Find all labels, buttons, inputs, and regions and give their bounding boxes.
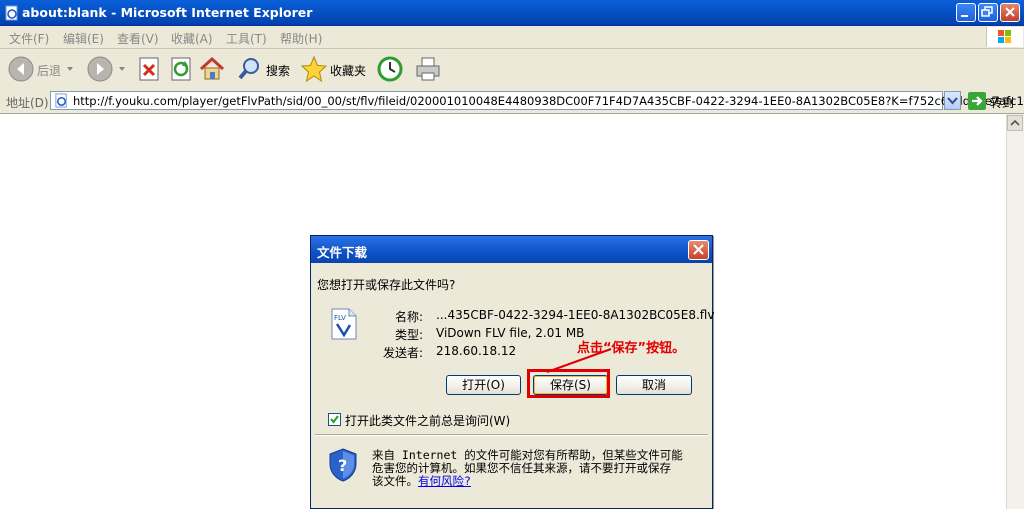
ie-page-icon — [5, 5, 18, 21]
print-icon[interactable] — [414, 55, 442, 83]
scroll-up-button[interactable] — [1007, 115, 1023, 131]
menu-edit[interactable]: 编辑(E) — [63, 30, 104, 47]
open-button[interactable]: 打开(O) — [446, 375, 521, 395]
ie-page-icon — [55, 93, 67, 108]
address-bar: 地址(D) http://f.youku.com/player/getFlvPa… — [0, 89, 1024, 114]
favorites-label[interactable]: 收藏夹 — [330, 62, 366, 79]
minimize-button[interactable] — [956, 3, 976, 22]
menu-file[interactable]: 文件(F) — [9, 30, 49, 47]
stop-icon[interactable] — [135, 55, 163, 83]
restore-icon — [981, 6, 993, 17]
menu-favorites[interactable]: 收藏(A) — [171, 30, 213, 47]
search-icon[interactable] — [236, 55, 264, 83]
close-icon — [693, 244, 704, 255]
forward-dropdown-icon[interactable] — [119, 67, 126, 72]
back-arrow-icon[interactable] — [7, 55, 35, 83]
address-input[interactable]: http://f.youku.com/player/getFlvPath/sid… — [50, 91, 1024, 110]
history-icon[interactable] — [376, 55, 404, 83]
file-name-label: 名称: — [394, 310, 423, 324]
restore-button[interactable] — [978, 3, 998, 22]
dialog-divider — [315, 434, 708, 436]
windows-flag-icon — [998, 30, 1011, 43]
sender-value: 218.60.18.12 — [436, 344, 517, 358]
window-titlebar: about:blank - Microsoft Internet Explore… — [0, 0, 1024, 26]
address-dropdown-button[interactable] — [944, 91, 961, 110]
svg-text:?: ? — [338, 456, 347, 475]
chevron-up-icon — [1010, 119, 1020, 126]
address-label: 地址(D) — [6, 96, 49, 110]
menu-view[interactable]: 查看(V) — [117, 30, 159, 47]
always-ask-checkbox[interactable] — [328, 413, 341, 426]
dialog-title: 文件下载 — [317, 245, 368, 260]
file-type-value: ViDown FLV file, 2.01 MB — [436, 326, 585, 340]
cancel-button[interactable]: 取消 — [616, 375, 692, 395]
warning-text-line3-text: 该文件。 — [372, 474, 418, 488]
forward-arrow-icon[interactable] — [86, 55, 114, 83]
dialog-question: 您想打开或保存此文件吗? — [317, 278, 456, 292]
file-name-value: ...435CBF-0422-3294-1EE0-8A1302BC05E8.fl… — [436, 308, 715, 322]
address-url[interactable]: http://f.youku.com/player/getFlvPath/sid… — [73, 94, 1024, 108]
file-download-dialog: 文件下载 您想打开或保存此文件吗? FLV 名称: ...435CBF-0422… — [310, 235, 715, 509]
search-label[interactable]: 搜索 — [266, 62, 290, 79]
dialog-close-button[interactable] — [688, 240, 709, 260]
svg-text:FLV: FLV — [334, 314, 346, 322]
windows-logo — [986, 27, 1023, 47]
file-type-label: 类型: — [394, 328, 423, 342]
checkmark-icon — [330, 415, 339, 424]
back-label[interactable]: 后退 — [37, 62, 61, 79]
window-title: about:blank - Microsoft Internet Explore… — [22, 5, 313, 20]
toolbar: 后退 搜索 收藏夹 — [0, 49, 1024, 90]
home-icon[interactable] — [198, 55, 226, 83]
refresh-icon[interactable] — [167, 55, 195, 83]
dialog-titlebar: 文件下载 — [311, 236, 712, 263]
menu-help[interactable]: 帮助(H) — [280, 30, 322, 47]
favorites-star-icon[interactable] — [300, 55, 328, 83]
go-button[interactable]: 转到 — [990, 94, 1014, 111]
flv-file-icon: FLV — [331, 308, 357, 340]
whats-the-risk-link[interactable]: 有何风险? — [418, 474, 471, 488]
vertical-scrollbar[interactable] — [1006, 114, 1024, 509]
chevron-down-icon — [947, 97, 958, 105]
always-ask-label[interactable]: 打开此类文件之前总是询问(W) — [345, 412, 510, 429]
minimize-icon — [961, 15, 968, 17]
save-highlight-box — [527, 369, 610, 398]
warning-text-line3: 该文件。有何风险? — [372, 473, 471, 489]
menu-bar: 文件(F) 编辑(E) 查看(V) 收藏(A) 工具(T) 帮助(H) — [0, 26, 1024, 49]
security-shield-icon: ? — [329, 448, 357, 482]
close-icon — [1005, 7, 1015, 17]
sender-label: 发送者: — [382, 346, 423, 360]
back-dropdown-icon[interactable] — [67, 67, 74, 72]
menu-tools[interactable]: 工具(T) — [226, 30, 267, 47]
window-close-button[interactable] — [1000, 3, 1020, 22]
go-arrow-icon[interactable] — [968, 92, 986, 110]
